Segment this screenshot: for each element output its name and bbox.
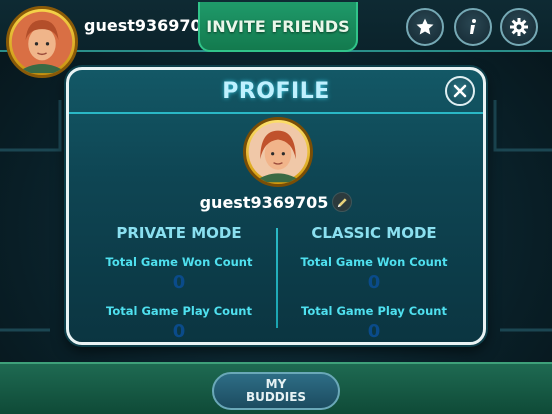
star-button[interactable]	[406, 8, 444, 46]
profile-name-row: guest9369705	[69, 192, 483, 212]
private-play-label: Total Game Play Count	[106, 304, 252, 318]
info-button[interactable]	[454, 8, 492, 46]
close-button[interactable]	[445, 76, 475, 106]
gear-icon	[510, 18, 528, 36]
dialog-title: PROFILE	[222, 78, 330, 104]
profile-avatar	[243, 117, 313, 187]
private-mode-section: PRIVATE MODE Total Game Won Count 0 Tota…	[79, 220, 279, 344]
my-buddies-label: MY BUDDIES	[245, 377, 307, 404]
invite-friends-button[interactable]: INVITE FRIENDS	[198, 2, 358, 52]
profile-dialog: PROFILE guest9369705 PRIVATE MODE Total …	[66, 67, 486, 345]
avatar-face-icon	[11, 11, 73, 74]
classic-play-label: Total Game Play Count	[301, 304, 447, 318]
close-icon	[453, 84, 467, 98]
star-icon	[416, 18, 434, 35]
classic-won-value: 0	[367, 272, 381, 293]
pencil-icon	[337, 197, 347, 207]
private-won-label: Total Game Won Count	[105, 255, 253, 269]
classic-play-value: 0	[367, 321, 381, 342]
avatar-face-icon	[248, 122, 308, 183]
settings-button[interactable]	[500, 8, 538, 46]
private-play-value: 0	[172, 321, 186, 342]
info-icon	[470, 19, 476, 34]
classic-mode-section: CLASSIC MODE Total Game Won Count 0 Tota…	[274, 220, 474, 344]
dialog-header: PROFILE	[69, 70, 483, 114]
top-username: guest9369705	[84, 16, 213, 35]
my-buddies-button[interactable]: MY BUDDIES	[212, 372, 340, 410]
private-won-value: 0	[172, 272, 186, 293]
player-avatar[interactable]	[6, 6, 78, 78]
classic-won-label: Total Game Won Count	[300, 255, 448, 269]
classic-mode-title: CLASSIC MODE	[311, 224, 437, 242]
profile-username: guest9369705	[199, 192, 329, 212]
edit-name-button[interactable]	[332, 192, 353, 212]
private-mode-title: PRIVATE MODE	[116, 224, 242, 242]
